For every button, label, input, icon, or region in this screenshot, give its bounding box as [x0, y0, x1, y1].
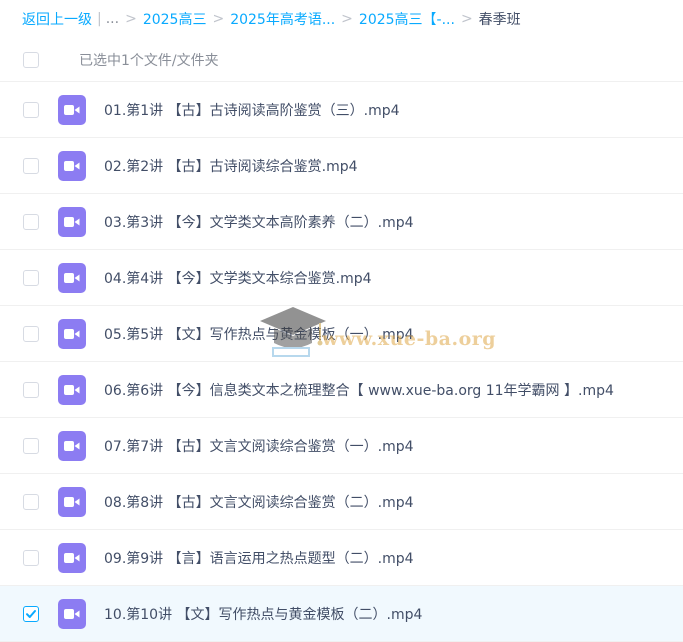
video-camera-icon: [64, 497, 80, 507]
file-row[interactable]: 05.第5讲 【文】写作热点与黄金模板（一）.mp4: [0, 306, 683, 362]
file-row[interactable]: 06.第6讲 【今】信息类文本之梳理整合【 www.xue-ba.org 11年…: [0, 362, 683, 418]
video-camera-icon: [64, 441, 80, 451]
file-name[interactable]: 01.第1讲 【古】古诗阅读高阶鉴赏（三）.mp4: [104, 100, 400, 120]
file-row[interactable]: 10.第10讲 【文】写作热点与黄金模板（二）.mp4: [0, 586, 683, 642]
breadcrumb-item[interactable]: 2025年高考语...: [230, 9, 335, 29]
video-camera-icon: [64, 329, 80, 339]
file-checkbox[interactable]: [23, 494, 39, 510]
breadcrumb-item[interactable]: 2025高三【-...: [359, 9, 455, 29]
file-checkbox[interactable]: [23, 606, 39, 622]
file-name[interactable]: 03.第3讲 【今】文学类文本高阶素养（二）.mp4: [104, 212, 414, 232]
breadcrumb-item[interactable]: 2025高三: [143, 9, 207, 29]
file-name[interactable]: 07.第7讲 【古】文言文阅读综合鉴赏（一）.mp4: [104, 436, 414, 456]
video-camera-icon: [64, 273, 80, 283]
video-file-icon: [58, 431, 86, 461]
file-row[interactable]: 08.第8讲 【古】文言文阅读综合鉴赏（二）.mp4: [0, 474, 683, 530]
file-name[interactable]: 06.第6讲 【今】信息类文本之梳理整合【 www.xue-ba.org 11年…: [104, 380, 614, 400]
video-camera-icon: [64, 385, 80, 395]
video-file-icon: [58, 543, 86, 573]
file-name[interactable]: 09.第9讲 【言】语言运用之热点题型（二）.mp4: [104, 548, 414, 568]
video-camera-icon: [64, 609, 80, 619]
file-row[interactable]: 04.第4讲 【今】文学类文本综合鉴赏.mp4: [0, 250, 683, 306]
video-file-icon: [58, 487, 86, 517]
file-name[interactable]: 10.第10讲 【文】写作热点与黄金模板（二）.mp4: [104, 604, 422, 624]
file-name[interactable]: 04.第4讲 【今】文学类文本综合鉴赏.mp4: [104, 268, 372, 288]
video-file-icon: [58, 95, 86, 125]
video-camera-icon: [64, 105, 80, 115]
chevron-right-icon: >: [341, 11, 353, 27]
video-file-icon: [58, 319, 86, 349]
file-checkbox[interactable]: [23, 382, 39, 398]
file-row[interactable]: 07.第7讲 【古】文言文阅读综合鉴赏（一）.mp4: [0, 418, 683, 474]
file-checkbox[interactable]: [23, 214, 39, 230]
file-checkbox[interactable]: [23, 438, 39, 454]
breadcrumb-divider: |: [97, 11, 102, 27]
video-file-icon: [58, 599, 86, 629]
selected-count-label: 已选中1个文件/文件夹: [79, 52, 219, 69]
video-file-icon: [58, 375, 86, 405]
chevron-right-icon: >: [212, 11, 225, 27]
file-name[interactable]: 08.第8讲 【古】文言文阅读综合鉴赏（二）.mp4: [104, 492, 414, 512]
file-checkbox[interactable]: [23, 326, 39, 342]
select-all-checkbox[interactable]: [23, 51, 39, 68]
video-file-icon: [58, 263, 86, 293]
file-checkbox[interactable]: [23, 158, 39, 174]
back-link[interactable]: 返回上一级: [22, 9, 92, 29]
video-camera-icon: [64, 161, 80, 171]
file-list: 01.第1讲 【古】古诗阅读高阶鉴赏（三）.mp4 02.第2讲 【古】古诗阅读综…: [0, 82, 683, 642]
file-checkbox[interactable]: [23, 102, 39, 118]
breadcrumb-current: 春季班: [478, 12, 521, 28]
video-camera-icon: [64, 553, 80, 563]
chevron-right-icon: >: [125, 11, 137, 27]
list-header: 已选中1个文件/文件夹: [0, 38, 683, 82]
chevron-right-icon: >: [460, 11, 473, 27]
video-file-icon: [58, 207, 86, 237]
file-row[interactable]: 09.第9讲 【言】语言运用之热点题型（二）.mp4: [0, 530, 683, 586]
breadcrumb-ellipsis[interactable]: ...: [106, 11, 119, 27]
video-camera-icon: [64, 217, 80, 227]
file-row[interactable]: 01.第1讲 【古】古诗阅读高阶鉴赏（三）.mp4: [0, 82, 683, 138]
file-name[interactable]: 02.第2讲 【古】古诗阅读综合鉴赏.mp4: [104, 156, 358, 176]
file-row[interactable]: 02.第2讲 【古】古诗阅读综合鉴赏.mp4: [0, 138, 683, 194]
file-name[interactable]: 05.第5讲 【文】写作热点与黄金模板（一）.mp4: [104, 324, 414, 344]
breadcrumb: 返回上一级 | ... > 2025高三 > 2025年高考语... > 202…: [0, 0, 683, 38]
checkmark-icon: [26, 610, 36, 618]
video-file-icon: [58, 151, 86, 181]
file-checkbox[interactable]: [23, 270, 39, 286]
file-checkbox[interactable]: [23, 550, 39, 566]
file-row[interactable]: 03.第3讲 【今】文学类文本高阶素养（二）.mp4: [0, 194, 683, 250]
